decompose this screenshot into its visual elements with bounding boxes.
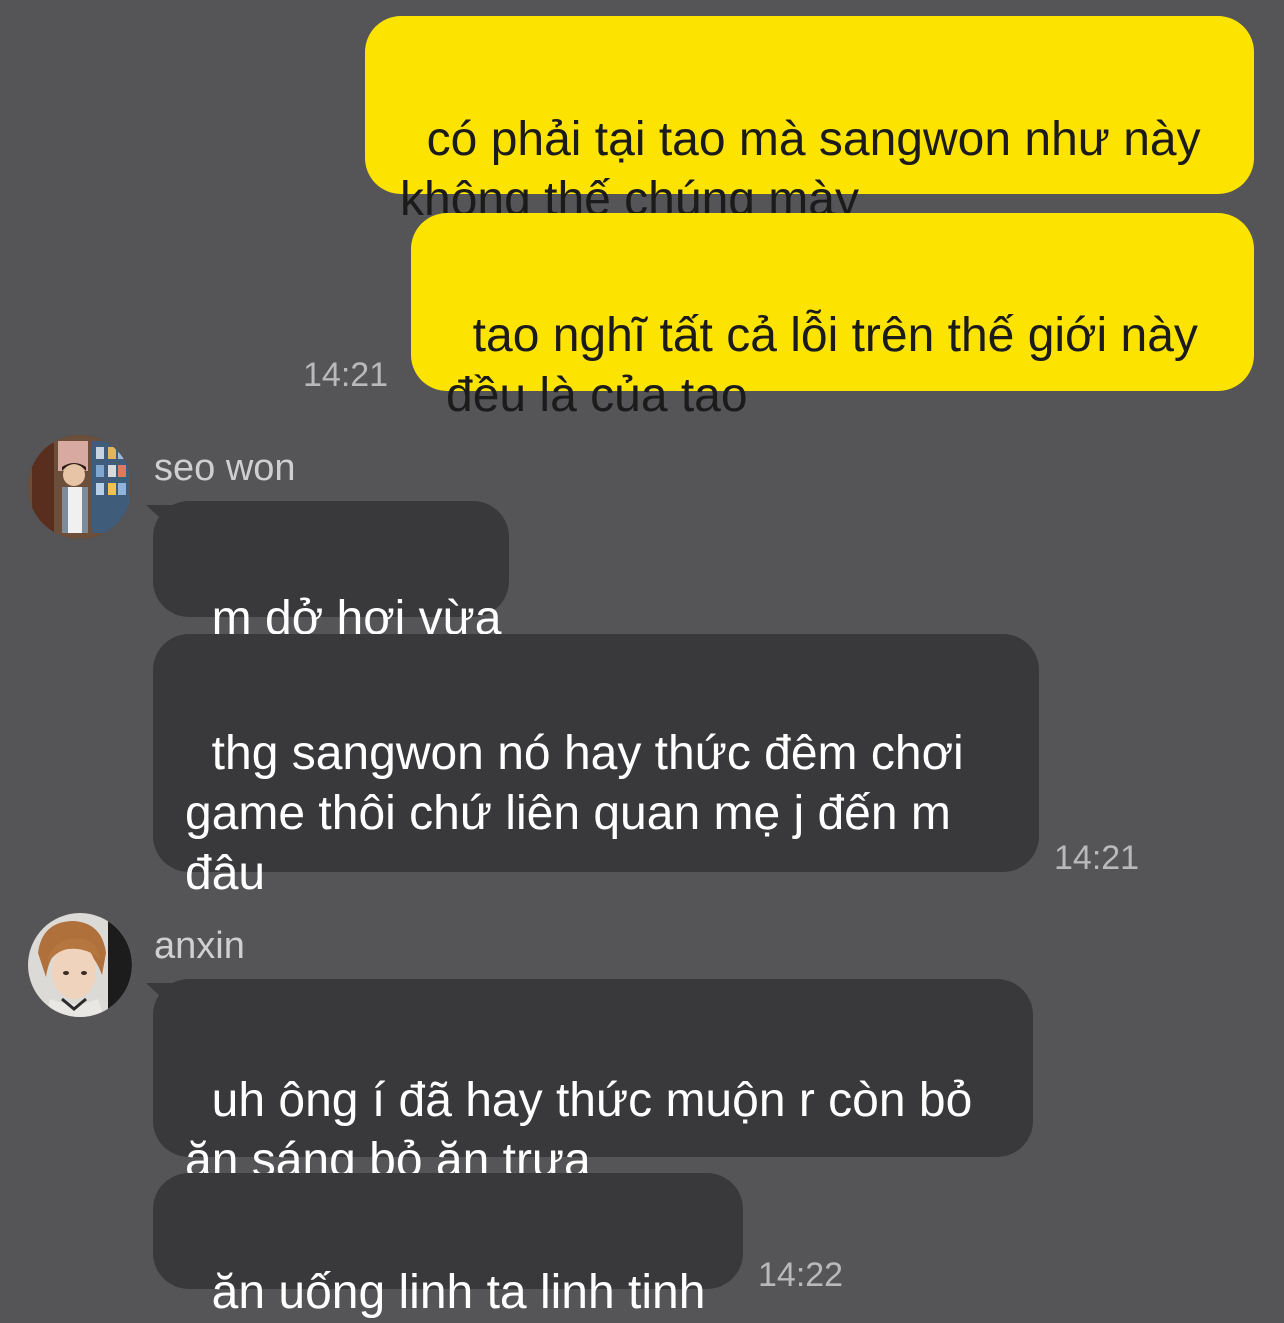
incoming-message-bubble[interactable]: ăn uống linh ta linh tinh (153, 1173, 743, 1319)
message-timestamp: 14:21 (303, 356, 389, 394)
sender-name: seo won (154, 447, 296, 489)
message-text: ăn uống linh ta linh tinh (211, 1266, 706, 1319)
avatar-photo-anxin (28, 913, 132, 1017)
message-timestamp: 14:21 (1054, 839, 1140, 877)
avatar[interactable] (28, 435, 132, 539)
avatar-photo-seo-won (28, 435, 132, 539)
message-text: uh ông í đã hay thức muộn r còn bỏ ăn sá… (185, 1074, 973, 1187)
sender-name: anxin (154, 925, 245, 967)
avatar[interactable] (28, 913, 132, 1017)
outgoing-message-bubble[interactable]: tao nghĩ tất cả lỗi trên thế giới này đề… (411, 213, 1254, 422)
outgoing-message-bubble[interactable]: có phải tại tao mà sangwon như này không… (365, 16, 1254, 226)
message-text: có phải tại tao mà sangwon như này không… (400, 113, 1201, 226)
incoming-message-bubble[interactable]: uh ông í đã hay thức muộn r còn bỏ ăn sá… (153, 979, 1033, 1187)
message-text: thg sangwon nó hay thức đêm chơi game th… (185, 727, 964, 900)
incoming-message-bubble[interactable]: m dở hơi vừa (153, 501, 509, 645)
message-text: tao nghĩ tất cả lỗi trên thế giới này đề… (446, 309, 1198, 422)
message-timestamp: 14:22 (758, 1256, 844, 1294)
incoming-message-bubble[interactable]: thg sangwon nó hay thức đêm chơi game th… (153, 634, 1039, 900)
